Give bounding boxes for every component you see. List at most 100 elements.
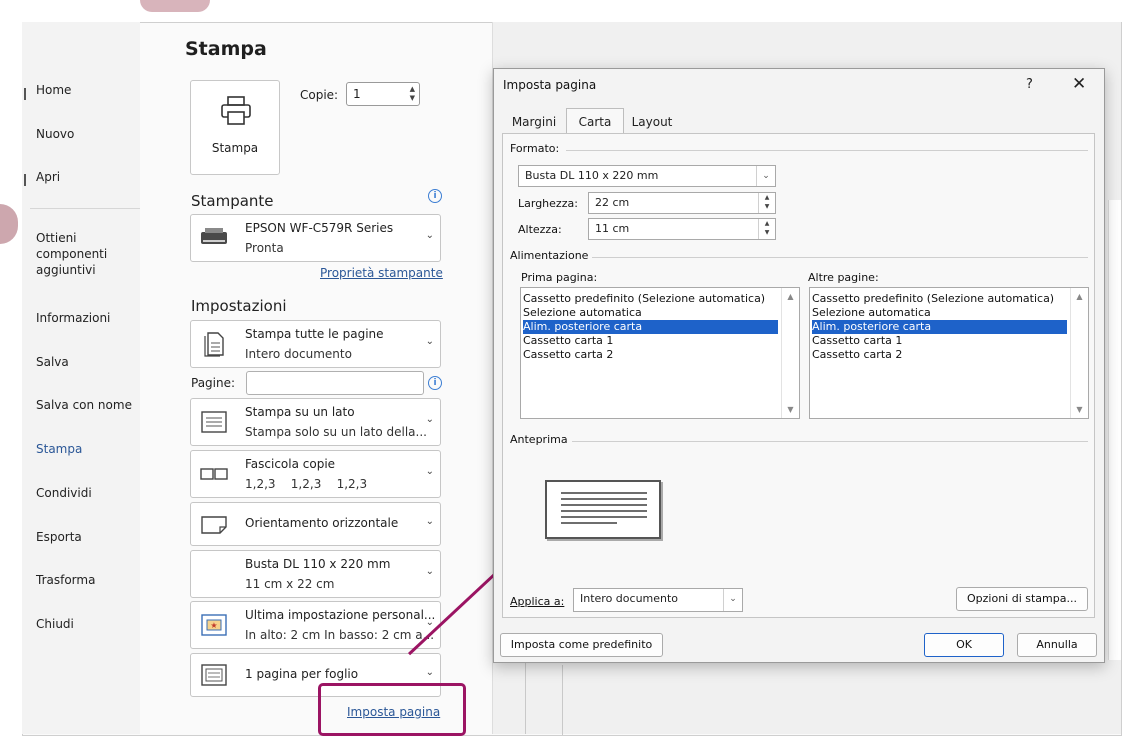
chevron-down-icon[interactable]: ⌄ bbox=[723, 589, 742, 611]
setting-line2: Stampa solo su un lato della... bbox=[245, 425, 427, 439]
nav-item-open[interactable]: Apri bbox=[36, 169, 60, 185]
info-icon[interactable]: i bbox=[428, 189, 442, 203]
svg-text:★: ★ bbox=[210, 621, 217, 630]
preview-text-line bbox=[561, 516, 647, 518]
nav-item-save[interactable]: Salva bbox=[36, 354, 69, 370]
first-page-tray-list[interactable]: Cassetto predefinito (Selezione automati… bbox=[520, 287, 800, 419]
printer-dropdown[interactable]: EPSON WF-C579R Series Pronta ⌄ bbox=[190, 214, 441, 262]
other-pages-tray-list[interactable]: Cassetto predefinito (Selezione automati… bbox=[809, 287, 1089, 419]
list-item[interactable]: Selezione automatica bbox=[812, 306, 931, 320]
printer-icon bbox=[221, 96, 251, 125]
list-item-selected[interactable]: Alim. posteriore carta bbox=[523, 320, 778, 334]
setting-line1: Stampa tutte le pagine bbox=[245, 327, 384, 341]
width-input[interactable]: 22 cm ▲ ▼ bbox=[588, 192, 776, 214]
paper-size-combo[interactable]: Busta DL 110 x 220 mm ⌄ bbox=[518, 165, 776, 187]
sides-dropdown[interactable]: Stampa su un lato Stampa solo su un lato… bbox=[190, 398, 441, 446]
chevron-down-icon: ⌄ bbox=[425, 336, 434, 347]
chevron-up-icon[interactable]: ▲ bbox=[410, 85, 415, 93]
info-icon[interactable]: i bbox=[428, 376, 442, 390]
chevron-down-icon: ⌄ bbox=[425, 617, 434, 628]
nav-item-print[interactable]: Stampa bbox=[36, 441, 82, 457]
nav-item-info[interactable]: Informazioni bbox=[36, 310, 110, 326]
chevron-down-icon: ⌄ bbox=[425, 516, 434, 527]
list-item[interactable]: Cassetto carta 1 bbox=[523, 334, 613, 348]
pages-per-sheet-icon bbox=[201, 664, 227, 686]
spin-arrows-icon[interactable]: ▲ ▼ bbox=[758, 193, 775, 213]
height-label: Altezza: bbox=[518, 223, 562, 236]
scroll-up-icon[interactable]: ▲ bbox=[1071, 292, 1088, 301]
setting-line2: In alto: 2 cm In basso: 2 cm a... bbox=[245, 628, 435, 642]
chevron-down-icon: ⌄ bbox=[425, 414, 434, 425]
margins-dropdown[interactable]: ★ Ultima impostazione personal... In alt… bbox=[190, 601, 441, 649]
preview-divider bbox=[562, 665, 563, 735]
landscape-icon bbox=[201, 516, 227, 534]
preview-text-line bbox=[561, 504, 647, 506]
ok-button[interactable]: OK bbox=[924, 633, 1004, 657]
chevron-down-icon: ⌄ bbox=[425, 566, 434, 577]
apply-to-combo[interactable]: Intero documento ⌄ bbox=[573, 588, 743, 612]
setting-line1: Orientamento orizzontale bbox=[245, 516, 399, 530]
print-range-dropdown[interactable]: Stampa tutte le pagine Intero documento … bbox=[190, 320, 441, 368]
scroll-down-icon[interactable]: ▼ bbox=[1071, 405, 1088, 414]
scrollbar[interactable]: ▲ ▼ bbox=[781, 288, 799, 418]
width-value: 22 cm bbox=[595, 196, 630, 209]
chevron-down-icon[interactable]: ⌄ bbox=[756, 166, 775, 186]
print-button[interactable]: Stampa bbox=[190, 80, 280, 175]
nav-item-new[interactable]: Nuovo bbox=[36, 126, 74, 142]
paper-size-dropdown[interactable]: Busta DL 110 x 220 mm 11 cm x 22 cm ⌄ bbox=[190, 550, 441, 598]
scroll-up-icon[interactable]: ▲ bbox=[782, 292, 799, 301]
printer-properties-link[interactable]: Proprietà stampante bbox=[320, 266, 443, 280]
printer-name: EPSON WF-C579R Series bbox=[245, 221, 394, 235]
preview-page-edge bbox=[1108, 200, 1121, 660]
cancel-button[interactable]: Annulla bbox=[1017, 633, 1097, 657]
list-item-selected[interactable]: Alim. posteriore carta bbox=[812, 320, 1067, 334]
page-setup-dialog: Imposta pagina ? ✕ Margini Carta Layout … bbox=[493, 68, 1105, 663]
scroll-down-icon[interactable]: ▼ bbox=[782, 405, 799, 414]
spin-arrows-icon[interactable]: ▲ ▼ bbox=[758, 219, 775, 239]
group-divider bbox=[592, 257, 1088, 258]
pages-input[interactable] bbox=[246, 371, 424, 395]
list-item[interactable]: Cassetto predefinito (Selezione automati… bbox=[523, 292, 765, 306]
group-divider bbox=[566, 150, 1088, 151]
nav-item-transform[interactable]: Trasforma bbox=[36, 572, 95, 588]
preview-text-line bbox=[561, 510, 647, 512]
nav-item-share[interactable]: Condividi bbox=[36, 485, 92, 501]
nav-marker bbox=[24, 174, 26, 186]
print-options-button[interactable]: Opzioni di stampa... bbox=[956, 587, 1088, 611]
help-icon[interactable]: ? bbox=[1026, 77, 1033, 92]
nav-marker bbox=[24, 88, 26, 100]
list-item[interactable]: Cassetto carta 1 bbox=[812, 334, 902, 348]
tab-layout[interactable]: Layout bbox=[624, 111, 680, 133]
group-divider bbox=[572, 441, 1088, 442]
nav-item-export[interactable]: Esporta bbox=[36, 529, 82, 545]
backstage-nav: Home Nuovo Apri Ottieni componenti aggiu… bbox=[22, 22, 140, 734]
tab-paper[interactable]: Carta bbox=[566, 108, 624, 135]
list-item[interactable]: Cassetto carta 2 bbox=[523, 348, 613, 362]
copies-input[interactable]: 1 ▲ ▼ bbox=[346, 82, 420, 106]
collate-dropdown[interactable]: Fascicola copie 1,2,3 1,2,3 1,2,3 ⌄ bbox=[190, 450, 441, 498]
setting-line2: 11 cm x 22 cm bbox=[245, 577, 335, 591]
nav-item-get-addins[interactable]: Ottieni componenti aggiuntivi bbox=[36, 230, 126, 278]
nav-item-save-as[interactable]: Salva con nome bbox=[36, 397, 132, 413]
orientation-dropdown[interactable]: Orientamento orizzontale ⌄ bbox=[190, 502, 441, 546]
preview-text-line bbox=[561, 522, 617, 524]
pages-label: Pagine: bbox=[191, 376, 236, 390]
nav-item-home[interactable]: Home bbox=[36, 82, 71, 98]
nav-item-close[interactable]: Chiudi bbox=[36, 616, 74, 632]
nav-separator bbox=[30, 208, 140, 209]
list-item[interactable]: Selezione automatica bbox=[523, 306, 642, 320]
setting-line1: Stampa su un lato bbox=[245, 405, 355, 419]
chevron-down-icon[interactable]: ▼ bbox=[410, 94, 415, 102]
setting-line1: 1 pagina per foglio bbox=[245, 667, 359, 681]
scrollbar[interactable]: ▲ ▼ bbox=[1070, 288, 1088, 418]
height-input[interactable]: 11 cm ▲ ▼ bbox=[588, 218, 776, 240]
copies-value: 1 bbox=[353, 87, 361, 101]
list-item[interactable]: Cassetto carta 2 bbox=[812, 348, 902, 362]
setting-line1: Busta DL 110 x 220 mm bbox=[245, 557, 391, 571]
first-page-label: Prima pagina: bbox=[521, 271, 598, 284]
list-item[interactable]: Cassetto predefinito (Selezione automati… bbox=[812, 292, 1054, 306]
set-as-default-button[interactable]: Imposta come predefinito bbox=[500, 633, 663, 657]
tab-margins[interactable]: Margini bbox=[502, 111, 566, 133]
highlight-box bbox=[318, 683, 466, 736]
close-icon[interactable]: ✕ bbox=[1072, 74, 1086, 94]
